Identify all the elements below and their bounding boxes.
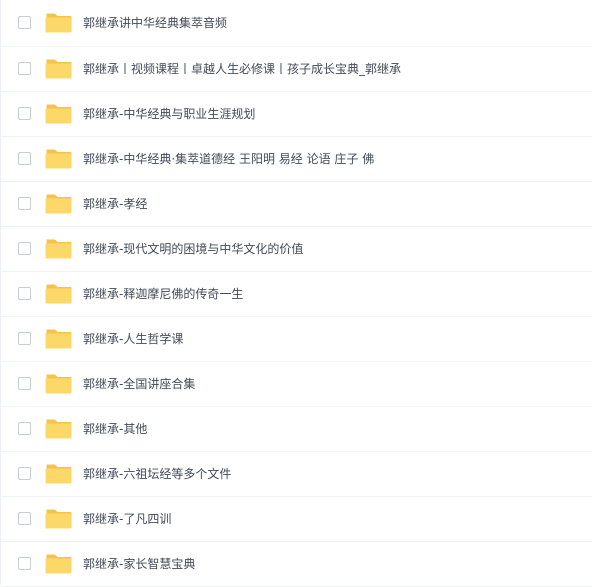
- row-checkbox[interactable]: [18, 377, 31, 390]
- row-checkbox[interactable]: [18, 62, 31, 75]
- file-name[interactable]: 郭继承-孝经: [83, 196, 147, 212]
- file-name[interactable]: 郭继承-释迦摩尼佛的传奇一生: [83, 286, 243, 302]
- list-item[interactable]: 郭继承-现代文明的困境与中华文化的价值: [1, 227, 592, 272]
- list-item[interactable]: 郭继承讲中华经典集萃音频: [1, 0, 592, 47]
- row-checkbox[interactable]: [18, 287, 31, 300]
- folder-icon: [45, 464, 72, 484]
- folder-icon: [45, 104, 72, 124]
- file-list: 郭继承讲中华经典集萃音频 郭继承丨视频课程丨卓越人生必修课丨孩子成长宝典_郭继承…: [0, 0, 592, 587]
- file-name[interactable]: 郭继承讲中华经典集萃音频: [83, 15, 227, 31]
- row-checkbox[interactable]: [18, 467, 31, 480]
- list-item[interactable]: 郭继承-人生哲学课: [1, 317, 592, 362]
- file-name[interactable]: 郭继承-现代文明的困境与中华文化的价值: [83, 241, 303, 257]
- folder-icon: [45, 509, 72, 529]
- folder-icon: [45, 329, 72, 349]
- folder-icon: [45, 59, 72, 79]
- row-checkbox[interactable]: [18, 197, 31, 210]
- list-item[interactable]: 郭继承-家长智慧宝典: [1, 542, 592, 587]
- list-item[interactable]: 郭继承-孝经: [1, 182, 592, 227]
- file-name[interactable]: 郭继承-全国讲座合集: [83, 376, 195, 392]
- folder-icon: [45, 149, 72, 169]
- folder-icon: [45, 374, 72, 394]
- row-checkbox[interactable]: [18, 107, 31, 120]
- list-item[interactable]: 郭继承-了凡四训: [1, 497, 592, 542]
- folder-icon: [45, 239, 72, 259]
- folder-icon: [45, 554, 72, 574]
- row-checkbox[interactable]: [18, 16, 31, 29]
- file-name[interactable]: 郭继承-其他: [83, 421, 147, 437]
- list-item[interactable]: 郭继承-六祖坛经等多个文件: [1, 452, 592, 497]
- file-name[interactable]: 郭继承-家长智慧宝典: [83, 556, 195, 572]
- row-checkbox[interactable]: [18, 512, 31, 525]
- row-checkbox[interactable]: [18, 332, 31, 345]
- file-name[interactable]: 郭继承-中华经典·集萃道德经 王阳明 易经 论语 庄子 佛: [83, 151, 374, 167]
- file-name[interactable]: 郭继承-六祖坛经等多个文件: [83, 466, 231, 482]
- list-item[interactable]: 郭继承-中华经典·集萃道德经 王阳明 易经 论语 庄子 佛: [1, 137, 592, 182]
- list-item[interactable]: 郭继承-释迦摩尼佛的传奇一生: [1, 272, 592, 317]
- row-checkbox[interactable]: [18, 557, 31, 570]
- list-item[interactable]: 郭继承-其他: [1, 407, 592, 452]
- folder-icon: [45, 419, 72, 439]
- row-checkbox[interactable]: [18, 242, 31, 255]
- row-checkbox[interactable]: [18, 422, 31, 435]
- file-name[interactable]: 郭继承-了凡四训: [83, 511, 171, 527]
- list-item[interactable]: 郭继承-全国讲座合集: [1, 362, 592, 407]
- file-name[interactable]: 郭继承-人生哲学课: [83, 331, 183, 347]
- folder-icon: [45, 284, 72, 304]
- folder-icon: [45, 13, 72, 33]
- folder-icon: [45, 194, 72, 214]
- file-name[interactable]: 郭继承-中华经典与职业生涯规划: [83, 106, 255, 122]
- list-item[interactable]: 郭继承-中华经典与职业生涯规划: [1, 92, 592, 137]
- list-item[interactable]: 郭继承丨视频课程丨卓越人生必修课丨孩子成长宝典_郭继承: [1, 47, 592, 92]
- file-name[interactable]: 郭继承丨视频课程丨卓越人生必修课丨孩子成长宝典_郭继承: [83, 61, 401, 77]
- row-checkbox[interactable]: [18, 152, 31, 165]
